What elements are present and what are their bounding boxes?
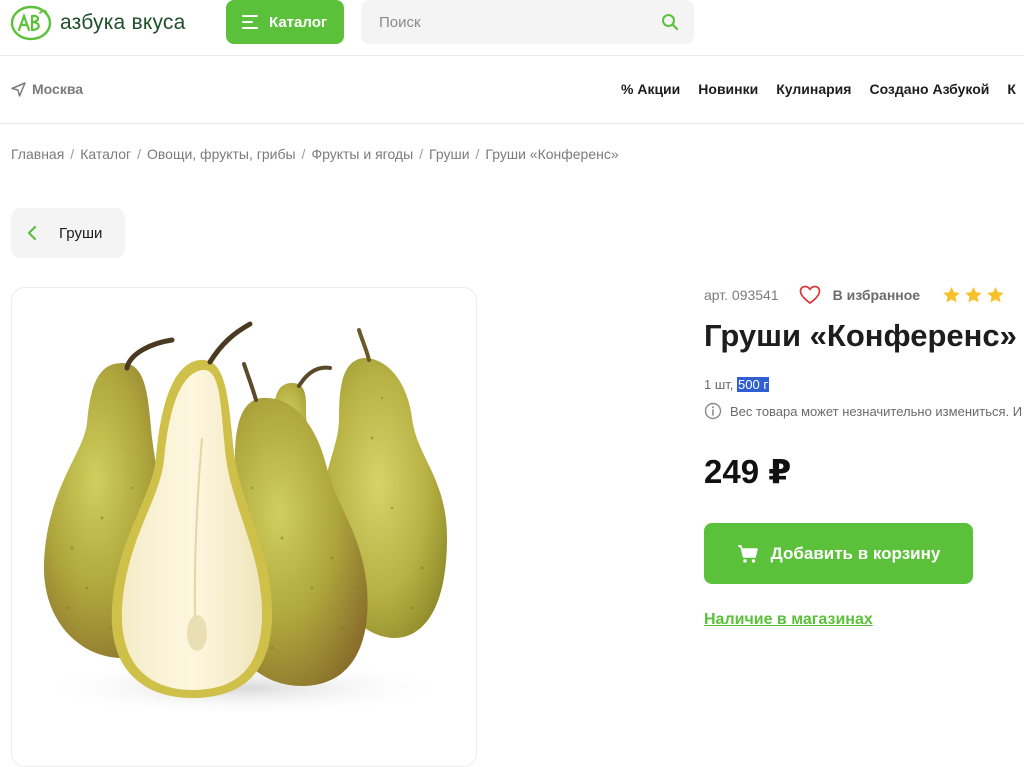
city-label: Москва — [32, 81, 84, 97]
menu-icon — [242, 15, 258, 29]
breadcrumb-home[interactable]: Главная — [11, 146, 64, 162]
breadcrumb-catalog[interactable]: Каталог — [80, 146, 131, 162]
favorites-label: В избранное — [832, 287, 921, 303]
nav-item-promotions[interactable]: % Акции — [621, 81, 680, 97]
info-icon — [704, 402, 722, 420]
catalog-label: Каталог — [269, 13, 328, 31]
rating-stars — [942, 286, 1008, 304]
location-arrow-icon — [11, 81, 26, 97]
breadcrumb: Главная / Каталог / Овощи, фрукты, грибы / Фру… — [11, 146, 619, 162]
product-image — [32, 321, 452, 716]
star-icon — [943, 286, 960, 303]
nav-item-own-brand[interactable]: Создано Азбукой — [869, 81, 989, 97]
unit-quantity: 1 шт, — [704, 377, 734, 392]
product-meta-row: арт. 093541 В избранное — [704, 285, 1008, 305]
breadcrumb-separator: / — [137, 146, 141, 162]
breadcrumb-fruits[interactable]: Фрукты и ягоды — [311, 146, 413, 162]
logo-text: азбука вкуса — [60, 11, 186, 34]
search-input[interactable] — [377, 12, 637, 32]
star-icon — [965, 286, 982, 303]
weight-note-text: Вес товара может незначительно изменитьс… — [730, 403, 1023, 419]
breadcrumb-current[interactable]: Груши «Конференс» — [485, 146, 618, 162]
heart-icon — [799, 285, 820, 305]
add-to-favorites-button[interactable]: В избранное — [799, 285, 920, 305]
breadcrumb-separator: / — [301, 146, 306, 162]
article-number: арт. 093541 — [704, 287, 779, 303]
back-button[interactable]: Груши — [11, 208, 125, 258]
unit-info: 1 шт, 500 г — [704, 377, 770, 392]
store-availability-link[interactable]: Наличие в магазинах — [704, 611, 873, 629]
product-price: 249 ₽ — [704, 453, 792, 490]
chevron-left-icon — [27, 225, 37, 241]
top-nav: % Акции Новинки Кулинария Создано Азбуко… — [621, 81, 1024, 97]
back-button-label: Груши — [59, 224, 103, 242]
star-icon — [987, 286, 1004, 303]
search-icon[interactable] — [661, 13, 679, 31]
breadcrumb-pears[interactable]: Груши — [429, 146, 469, 162]
unit-weight: 500 г — [737, 377, 770, 392]
breadcrumb-vegetables[interactable]: Овощи, фрукты, грибы — [147, 146, 296, 162]
add-to-cart-label: Добавить в корзину — [770, 543, 941, 563]
product-title: Груши «Конференс» — [704, 318, 1017, 353]
nav-item-new[interactable]: Новинки — [698, 81, 758, 97]
add-to-cart-button[interactable]: Добавить в корзину — [704, 523, 973, 584]
catalog-button[interactable]: Каталог — [226, 0, 344, 44]
logo-icon — [10, 5, 52, 41]
city-selector[interactable]: Москва — [11, 81, 83, 97]
cart-icon — [737, 544, 758, 563]
breadcrumb-separator: / — [419, 146, 424, 162]
product-image-card[interactable] — [11, 287, 477, 767]
weight-note: Вес товара может незначительно изменитьс… — [704, 402, 1022, 420]
logo[interactable]: азбука вкуса — [10, 5, 186, 41]
breadcrumb-separator: / — [70, 146, 75, 162]
breadcrumb-separator: / — [475, 146, 480, 162]
header: азбука вкуса Каталог — [0, 0, 1024, 56]
subheader: Москва % Акции Новинки Кулинария Создано… — [0, 56, 1024, 124]
nav-item-cooking[interactable]: Кулинария — [776, 81, 851, 97]
nav-item-truncated[interactable]: К — [1007, 81, 1016, 97]
search-box[interactable] — [361, 0, 694, 44]
